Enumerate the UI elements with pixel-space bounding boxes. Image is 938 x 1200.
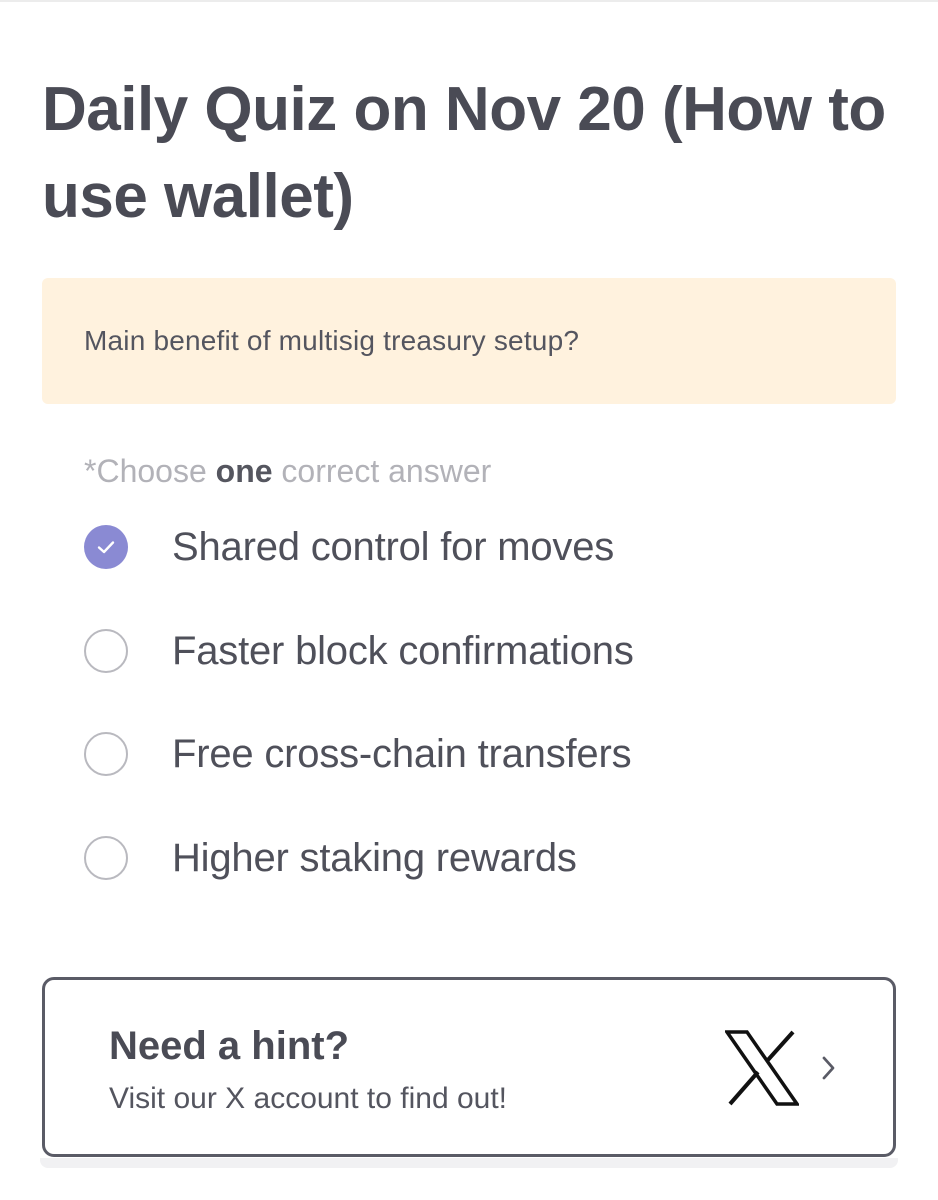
top-divider [0, 0, 938, 2]
question-box: Main benefit of multisig treasury setup? [42, 278, 896, 404]
x-logo-icon [725, 1030, 799, 1106]
answer-option-label: Higher staking rewards [172, 835, 577, 880]
answer-option-4[interactable]: Higher staking rewards [84, 806, 904, 910]
checkmark-icon [97, 541, 115, 554]
radio-checked-icon[interactable] [84, 525, 128, 569]
radio-unchecked-icon[interactable] [84, 836, 128, 880]
hint-title: Need a hint? [109, 1024, 350, 1068]
answer-option-3[interactable]: Free cross-chain transfers [84, 702, 904, 806]
answer-option-label: Faster block confirmations [172, 628, 634, 673]
instruction-emphasis: one [215, 453, 273, 489]
hint-subtitle: Visit our X account to find out! [109, 1082, 508, 1115]
hint-card-button[interactable]: Need a hint? Visit our X account to find… [42, 977, 896, 1157]
question-text: Main benefit of multisig treasury setup? [84, 325, 580, 356]
quiz-title: Daily Quiz on Nov 20 (How to use wallet) [42, 75, 886, 231]
hint-card-shadow [40, 1158, 898, 1168]
answer-option-2[interactable]: Faster block confirmations [84, 599, 904, 703]
answer-option-label: Free cross-chain transfers [172, 731, 632, 776]
chevron-right-icon [822, 1056, 835, 1080]
answer-option-1[interactable]: Shared control for moves [84, 495, 904, 599]
radio-unchecked-icon[interactable] [84, 732, 128, 776]
instruction-prefix: *Choose [84, 453, 216, 489]
instruction-text: *Choose one correct answer [84, 448, 491, 494]
instruction-suffix: correct answer [272, 453, 492, 489]
answer-option-label: Shared control for moves [172, 524, 615, 569]
radio-unchecked-icon[interactable] [84, 629, 128, 673]
